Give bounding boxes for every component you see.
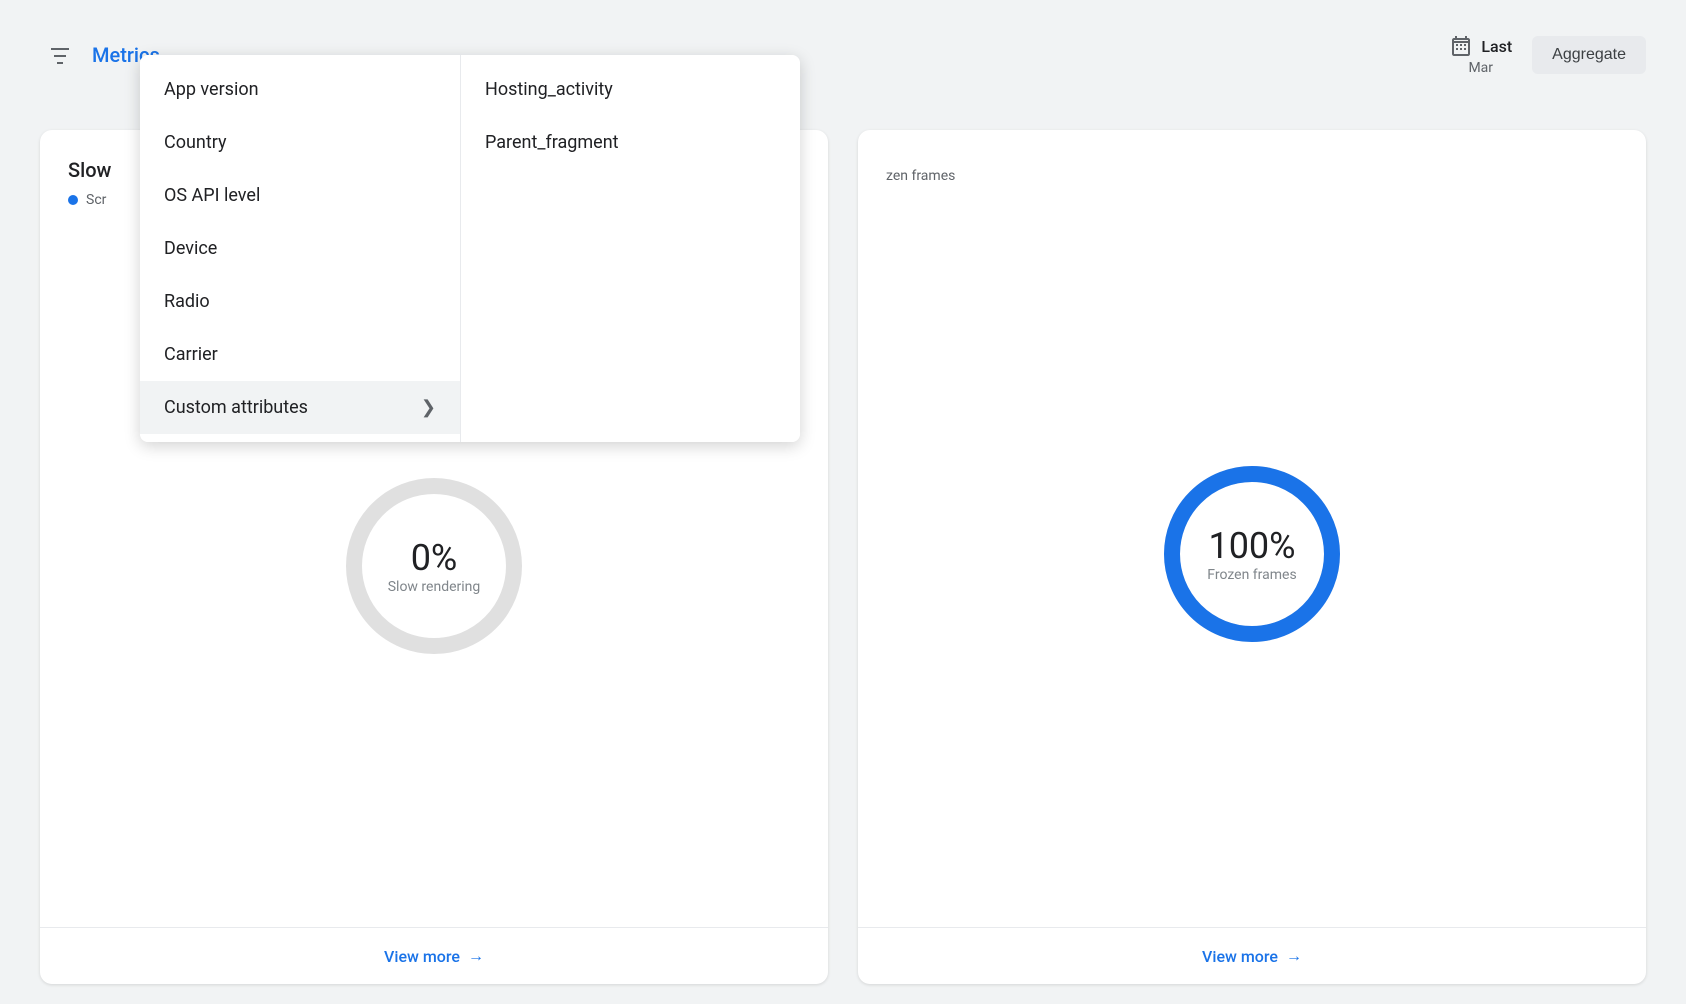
frozen-frames-donut-center: 100% Frozen frames bbox=[1207, 525, 1296, 583]
dropdown-menu: App version Country OS API level Device Radi… bbox=[140, 55, 800, 442]
frozen-frames-view-more[interactable]: View more → bbox=[1202, 946, 1302, 966]
sub-menu-item-hosting-activity[interactable]: Hosting_activity bbox=[461, 63, 800, 116]
menu-item-label-radio: Radio bbox=[164, 291, 210, 312]
frozen-frames-footer: View more → bbox=[858, 927, 1646, 984]
calendar-icon bbox=[1449, 34, 1473, 58]
calendar-text: Last bbox=[1481, 37, 1512, 56]
main-menu-items: App version Country OS API level Device Radi… bbox=[140, 63, 460, 434]
slow-rendering-view-more[interactable]: View more → bbox=[384, 946, 484, 966]
frozen-frames-percent: 100% bbox=[1207, 525, 1296, 567]
menu-item-device[interactable]: Device bbox=[140, 222, 460, 275]
slow-rendering-donut-center: 0% Slow rendering bbox=[388, 537, 481, 595]
frozen-frames-sublabel: Frozen frames bbox=[1207, 567, 1296, 583]
filter-icon bbox=[48, 43, 72, 67]
menu-item-label-os-api-level: OS API level bbox=[164, 185, 260, 206]
frozen-frames-card-header: zen frames bbox=[858, 130, 1646, 200]
frozen-frames-legend: zen frames bbox=[886, 168, 1618, 184]
calendar-sub: Mar bbox=[1468, 60, 1493, 76]
menu-item-radio[interactable]: Radio bbox=[140, 275, 460, 328]
menu-item-os-api-level[interactable]: OS API level bbox=[140, 169, 460, 222]
slow-rendering-percent: 0% bbox=[388, 537, 481, 579]
menu-item-label-custom-attributes: Custom attributes bbox=[164, 397, 308, 418]
top-right-controls: Last Mar Aggregate bbox=[1449, 34, 1646, 76]
slow-rendering-footer: View more → bbox=[40, 927, 828, 984]
sub-menu-item-parent-fragment[interactable]: Parent_fragment bbox=[461, 116, 800, 169]
menu-item-carrier[interactable]: Carrier bbox=[140, 328, 460, 381]
menu-item-label-device: Device bbox=[164, 238, 217, 259]
sub-menu-items: Hosting_activityParent_fragment bbox=[461, 63, 800, 169]
calendar-area: Last Mar bbox=[1449, 34, 1512, 76]
calendar-icon-wrap: Last bbox=[1449, 34, 1512, 58]
menu-item-label-app-version: App version bbox=[164, 79, 259, 100]
frozen-frames-donut: 100% Frozen frames bbox=[1152, 454, 1352, 654]
menu-item-label-carrier: Carrier bbox=[164, 344, 218, 365]
menu-item-label-country: Country bbox=[164, 132, 227, 153]
filter-button[interactable] bbox=[40, 35, 80, 75]
frozen-frames-body: 100% Frozen frames bbox=[858, 200, 1646, 927]
frozen-frames-card: zen frames 100% Frozen frames View more … bbox=[858, 130, 1646, 984]
slow-rendering-sublabel: Slow rendering bbox=[388, 579, 481, 595]
legend-dot bbox=[68, 195, 78, 205]
frozen-frames-legend-text: zen frames bbox=[886, 168, 955, 184]
aggregate-button[interactable]: Aggregate bbox=[1532, 36, 1646, 74]
slow-rendering-donut: 0% Slow rendering bbox=[334, 466, 534, 666]
dropdown-sub-panel: Hosting_activityParent_fragment bbox=[460, 55, 800, 442]
menu-item-app-version[interactable]: App version bbox=[140, 63, 460, 116]
menu-item-country[interactable]: Country bbox=[140, 116, 460, 169]
slow-rendering-legend-text: Scr bbox=[86, 192, 106, 208]
chevron-right-icon: ❯ bbox=[421, 397, 436, 418]
dropdown-main-panel: App version Country OS API level Device Radi… bbox=[140, 55, 460, 442]
menu-item-custom-attributes[interactable]: Custom attributes ❯ bbox=[140, 381, 460, 434]
